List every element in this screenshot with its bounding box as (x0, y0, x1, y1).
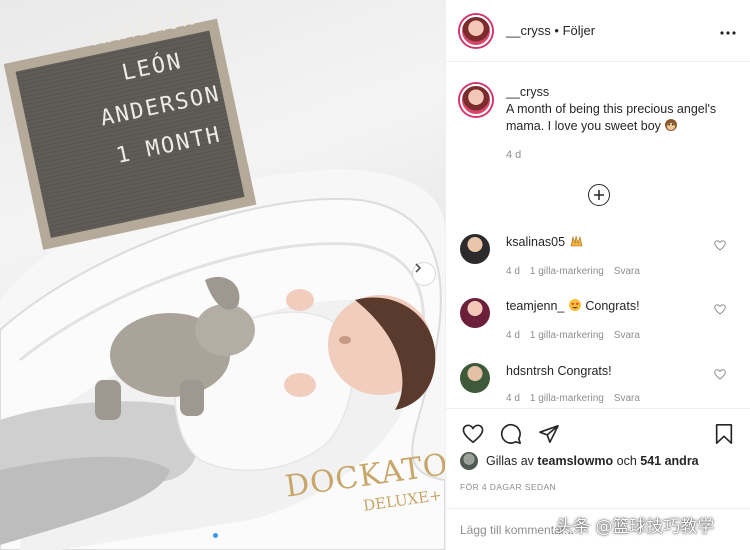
post-photo[interactable]: KAMERON LEÓN ANDERSON 1 MONTH DOCKATOT D… (0, 0, 445, 550)
likes-conj: och (616, 454, 637, 468)
comment-reply-link[interactable]: Svara (614, 391, 640, 407)
comment-username[interactable]: ksalinas05 (506, 235, 565, 249)
comment-likes[interactable]: 1 gilla-markering (530, 391, 604, 407)
heart-icon[interactable] (714, 304, 726, 315)
comment-meta: 4 d 1 gilla-markering Svara (506, 328, 740, 344)
chevron-right-icon (415, 263, 422, 273)
comment-meta: 4 d 1 gilla-markering Svara (506, 264, 740, 280)
share-icon (539, 424, 559, 443)
heart-icon[interactable] (714, 369, 726, 380)
comment-avatar[interactable] (460, 298, 490, 328)
heart-icon (462, 424, 484, 443)
comment-body: teamjenn_ Congrats! 4 d 1 gilla-markerin… (506, 298, 740, 344)
comment-body: hdsntrsh Congrats! 4 d 1 gilla-markering… (506, 363, 740, 407)
heart-icon[interactable] (714, 240, 726, 251)
likes-prefix: Gillas av (486, 454, 534, 468)
bookmark-icon (715, 423, 733, 444)
follow-status[interactable]: Följer (563, 23, 596, 38)
caption-text: A month of being this precious angel's m… (506, 102, 717, 133)
post-caption: __cryss A month of being this precious a… (460, 84, 740, 164)
carousel-dots (213, 533, 227, 538)
comment-item: ksalinas05 4 d 1 gilla-markering Svara (460, 234, 740, 280)
comment-time: 4 d (506, 330, 520, 341)
clapping-hands-emoji-icon (569, 234, 584, 252)
comment-avatar[interactable] (460, 363, 490, 393)
header-separator: • (554, 23, 559, 38)
comment-text: Congrats! (585, 299, 640, 313)
comment-username[interactable]: teamjenn_ (506, 299, 564, 313)
comment-time: 4 d (506, 266, 520, 277)
comment-button[interactable] (496, 421, 526, 447)
carousel-dot (222, 533, 227, 538)
comment-item: teamjenn_ Congrats! 4 d 1 gilla-markerin… (460, 298, 740, 344)
like-button[interactable] (458, 421, 488, 447)
share-button[interactable] (534, 421, 564, 447)
more-icon[interactable] (720, 22, 736, 40)
comment-reply-link[interactable]: Svara (614, 328, 640, 344)
header-username[interactable]: __cryss (506, 23, 551, 38)
watermark: 头条 @篮球技巧教学 (556, 517, 715, 537)
likes-count[interactable]: 541 andra (640, 454, 698, 468)
caption-time: 4 d (506, 149, 522, 161)
heart-eyes-emoji-icon (568, 298, 582, 316)
comment-item: hdsntrsh Congrats! 4 d 1 gilla-markering… (460, 363, 740, 407)
caption-body: __cryss A month of being this precious a… (506, 84, 740, 164)
monkey-emoji-icon (664, 118, 678, 137)
caption-username[interactable]: __cryss (506, 84, 740, 101)
comment-time: 4 d (506, 393, 520, 404)
load-more-comments-button[interactable] (588, 184, 610, 206)
plus-circle-icon (594, 190, 604, 200)
liker-avatar[interactable] (460, 452, 478, 470)
likes-summary: Gillas av teamslowmo och 541 andra (460, 452, 699, 470)
comment-text: Congrats! (557, 364, 612, 378)
comment-likes[interactable]: 1 gilla-markering (530, 264, 604, 280)
more-dots-icon (720, 30, 736, 35)
comment-body: ksalinas05 4 d 1 gilla-markering Svara (506, 234, 740, 280)
likes-user[interactable]: teamslowmo (537, 454, 613, 468)
post-header: __cryss • Följer (446, 0, 750, 62)
post-date: FÖR 4 DAGAR SEDAN (460, 482, 557, 492)
save-button[interactable] (709, 421, 739, 447)
comment-username[interactable]: hdsntrsh (506, 364, 554, 378)
caption-avatar[interactable] (460, 84, 492, 116)
instagram-post: KAMERON LEÓN ANDERSON 1 MONTH DOCKATOT D… (0, 0, 750, 550)
comment-likes[interactable]: 1 gilla-markering (530, 328, 604, 344)
post-panel: __cryss • Följer __cryss A month of bein… (445, 0, 750, 550)
header-user: __cryss • Följer (506, 23, 595, 38)
carousel-dot (213, 533, 218, 538)
action-bar (446, 408, 750, 458)
avatar[interactable] (460, 14, 492, 47)
comment-reply-link[interactable]: Svara (614, 264, 640, 280)
comment-icon (500, 423, 521, 444)
carousel-next-button[interactable] (412, 262, 436, 286)
comment-avatar[interactable] (460, 234, 490, 264)
comment-meta: 4 d 1 gilla-markering Svara (506, 391, 740, 407)
